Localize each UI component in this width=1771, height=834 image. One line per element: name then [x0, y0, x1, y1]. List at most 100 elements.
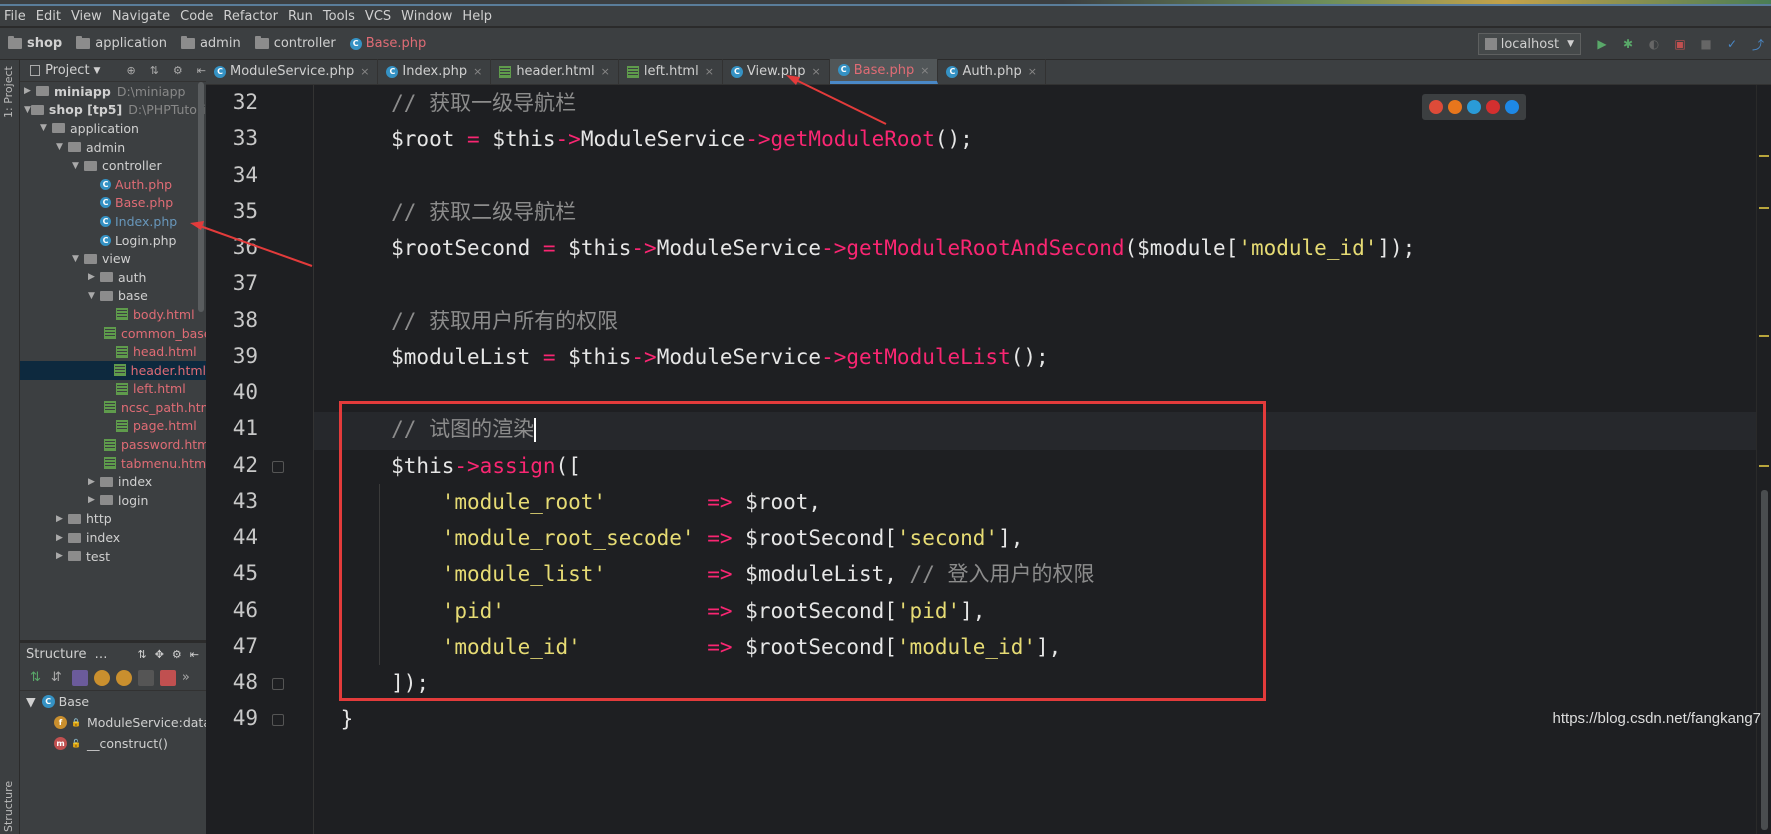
breadcrumb-item[interactable]: controller — [254, 36, 336, 51]
fold-marker-icon[interactable] — [272, 714, 284, 727]
run-config-select[interactable]: localhost ▼ — [1477, 33, 1581, 55]
tree-item[interactable]: ncsc_path.htm — [20, 398, 206, 417]
warning-marker[interactable] — [1759, 465, 1769, 467]
profile-icon[interactable]: ▣ — [1672, 36, 1688, 52]
structure-item[interactable]: ▼ C Base — [20, 691, 206, 712]
tree-item[interactable]: ▼ base — [20, 287, 206, 306]
fold-marker-icon[interactable] — [272, 678, 284, 690]
chevron-right-icon[interactable]: ▶ — [56, 551, 68, 561]
close-icon[interactable]: × — [705, 65, 714, 78]
chevron-down-icon[interactable]: ▼ — [24, 105, 31, 115]
breadcrumb-item[interactable]: C Base.php — [349, 36, 426, 51]
chevron-down-icon[interactable]: ▼ — [40, 123, 52, 133]
hide-icon[interactable]: ⇤ — [190, 648, 199, 661]
editor-tab[interactable]: header.html × — [491, 59, 619, 84]
chevron-down-icon[interactable]: ▼ — [88, 291, 100, 301]
editor-tab[interactable]: C Auth.php × — [938, 59, 1047, 84]
debug-icon[interactable]: ✱ — [1620, 36, 1636, 52]
gear-icon[interactable]: ⚙ — [172, 648, 182, 661]
ie-icon[interactable] — [1505, 100, 1520, 114]
tree-item[interactable]: common_base — [20, 324, 206, 343]
menu-item-help[interactable]: Help — [462, 9, 492, 24]
menu-item-refactor[interactable]: Refactor — [223, 9, 278, 24]
chevron-down-icon[interactable]: ▼ — [94, 66, 101, 76]
show-constants-icon[interactable] — [115, 669, 132, 686]
close-icon[interactable]: × — [473, 65, 482, 78]
menu-item-view[interactable]: View — [71, 9, 102, 24]
chevron-down-icon[interactable]: ▼ — [72, 161, 84, 171]
breadcrumb-item[interactable]: admin — [180, 36, 241, 51]
breadcrumb-item[interactable]: shop — [8, 36, 62, 51]
menu-item-navigate[interactable]: Navigate — [112, 9, 170, 24]
safari-icon[interactable] — [1466, 100, 1481, 114]
tree-item[interactable]: ▶ auth — [20, 268, 206, 287]
gear-icon[interactable]: ⚙ — [173, 64, 183, 77]
tree-item[interactable]: C Index.php — [20, 212, 206, 231]
editor-tab[interactable]: C ModuleService.php × — [206, 59, 379, 84]
chevron-down-icon[interactable]: ▼ — [72, 254, 84, 264]
code-line[interactable]: $rootSecond = $this->ModuleService->getM… — [314, 228, 1415, 268]
chevron-down-icon[interactable]: ▼ — [56, 142, 68, 152]
tree-item[interactable]: ▼ view — [20, 249, 206, 268]
firefox-icon[interactable] — [1447, 100, 1462, 114]
sort-visibility-icon[interactable]: ⇵ — [51, 670, 62, 685]
tree-item[interactable]: ▼ controller — [20, 156, 206, 175]
breadcrumb-item[interactable]: application — [76, 36, 167, 51]
tree-item[interactable]: ▶ login — [20, 491, 206, 510]
tree-item[interactable]: ▶ test — [20, 547, 206, 566]
tree-item[interactable]: tabmenu.html — [20, 454, 206, 473]
close-icon[interactable]: × — [601, 65, 610, 78]
structure-item[interactable]: m 🔓 __construct() — [20, 733, 206, 754]
tree-item[interactable]: ▼ admin — [20, 138, 206, 157]
more-icon[interactable]: … — [94, 647, 107, 662]
warning-marker[interactable] — [1759, 207, 1769, 209]
code-line[interactable]: // 获取一级导航栏 — [314, 85, 576, 123]
stop-icon[interactable]: ■ — [1698, 36, 1714, 52]
coverage-icon[interactable]: ◐ — [1646, 36, 1662, 52]
run-icon[interactable]: ▶ — [1594, 36, 1610, 52]
chevron-right-icon[interactable]: ▶ — [24, 86, 36, 96]
tree-item[interactable]: body.html — [20, 305, 206, 324]
editor-tab[interactable]: C Index.php × — [378, 59, 492, 84]
code-line[interactable]: } — [314, 699, 354, 739]
tree-item[interactable]: C Login.php — [20, 231, 206, 250]
menu-item-file[interactable]: File — [4, 9, 26, 24]
tree-item[interactable]: left.html — [20, 380, 206, 399]
show-inherited-icon[interactable] — [71, 669, 88, 686]
close-icon[interactable]: × — [1028, 65, 1037, 78]
editor-tab[interactable]: left.html × — [619, 59, 723, 84]
menu-item-window[interactable]: Window — [401, 9, 452, 24]
code-line[interactable]: $moduleList = $this->ModuleService->getM… — [314, 337, 1049, 377]
more-icon[interactable]: » — [182, 670, 190, 685]
tree-item[interactable]: ▶ miniapp D:\miniapp — [20, 82, 206, 101]
project-scrollbar[interactable] — [198, 82, 204, 312]
close-icon[interactable]: × — [920, 64, 929, 77]
warning-marker[interactable] — [1759, 155, 1769, 157]
tree-item[interactable]: C Auth.php — [20, 175, 206, 194]
sync-icon[interactable]: ⊕ — [126, 64, 135, 77]
warning-marker[interactable] — [1759, 335, 1769, 337]
tree-item[interactable]: ▶ http — [20, 510, 206, 529]
show-fields-icon[interactable] — [93, 669, 110, 686]
code-line[interactable]: $root = $this->ModuleService->getModuleR… — [314, 119, 973, 159]
tree-item[interactable]: ▼ shop [tp5] D:\PHPTutorial\W — [20, 101, 206, 120]
editor-tab[interactable]: C View.php × — [723, 59, 830, 84]
tree-item[interactable]: head.html — [20, 342, 206, 361]
chevron-down-icon[interactable]: ▼ — [26, 694, 36, 709]
fold-marker-icon[interactable] — [272, 460, 284, 473]
tree-item[interactable]: ▼ application — [20, 119, 206, 138]
menu-item-code[interactable]: Code — [180, 9, 213, 24]
expand-icon[interactable]: ⇅ — [137, 648, 146, 661]
chevron-right-icon[interactable]: ▶ — [56, 514, 68, 524]
menu-item-vcs[interactable]: VCS — [365, 9, 391, 24]
vcs-commit-icon[interactable]: ⤴ — [1750, 36, 1766, 52]
tree-item[interactable]: C Base.php — [20, 194, 206, 213]
editor-tab[interactable]: C Base.php × — [829, 59, 939, 84]
collapse-icon[interactable]: ⇅ — [150, 64, 159, 77]
chrome-icon[interactable] — [1428, 100, 1443, 114]
editor-scrollbar[interactable] — [1761, 490, 1768, 830]
tree-item[interactable]: ▶ index — [20, 528, 206, 547]
structure-item[interactable]: f 🔒 ModuleService:data\se — [20, 712, 206, 733]
project-tool-button[interactable]: 1: Project — [2, 66, 15, 118]
chevron-right-icon[interactable]: ▶ — [88, 272, 100, 282]
